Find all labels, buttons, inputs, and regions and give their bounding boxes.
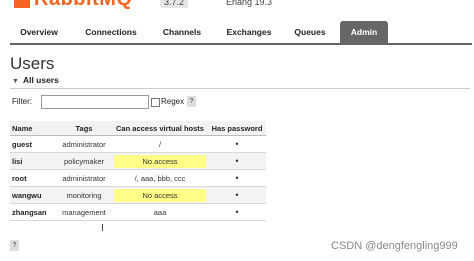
tab-admin[interactable]: Admin [340,21,388,43]
user-vhosts: /, aaa, bbb, ccc [112,169,208,187]
user-tags: management [56,203,112,221]
rabbitmq-version: 3.7.2 [160,0,189,8]
text-cursor-icon: I [101,223,104,234]
has-password-indicator: • [208,135,266,153]
triangle-down-icon: ▼ [12,78,19,85]
brand-wordmark: RabbitMQ [34,0,132,11]
user-name-link[interactable]: lisi [10,152,56,170]
has-password-indicator: • [208,186,266,204]
no-access-badge: No access [114,154,206,168]
user-tags: administrator [56,135,112,153]
table-row[interactable]: zhangsan management aaa • [10,203,266,221]
user-tags: monitoring [56,186,112,204]
erlang-version: Erlang 19.3 [226,0,273,7]
all-users-section-toggle[interactable]: ▼ All users [12,75,59,85]
tab-connections[interactable]: Connections [76,21,146,43]
column-header-password[interactable]: Has password [208,121,266,136]
tab-exchanges[interactable]: Exchanges [218,21,280,43]
table-row[interactable]: guest administrator / • [10,135,266,153]
column-header-vhosts[interactable]: Can access virtual hosts [112,121,208,136]
user-name-link[interactable]: root [10,169,56,187]
user-vhosts: / [112,135,208,153]
section-title: All users [22,75,59,85]
table-row[interactable]: root administrator /, aaa, bbb, ccc • [10,169,266,187]
section-divider [10,88,470,89]
rabbitmq-logo-icon [14,0,30,8]
table-header-row: Name Tags Can access virtual hosts Has p… [10,121,266,136]
main-tabs: Overview Connections Channels Exchanges … [10,21,472,45]
users-table: Name Tags Can access virtual hosts Has p… [10,121,266,221]
user-name-link[interactable]: zhangsan [10,203,56,221]
tab-overview[interactable]: Overview [10,21,68,43]
has-password-indicator: • [208,169,266,187]
rabbitmq-logo[interactable]: RabbitMQ [14,0,132,11]
filter-input[interactable] [41,95,149,109]
filter-label: Filter: [12,97,32,106]
user-tags: administrator [56,169,112,187]
user-vhosts: No access [112,186,208,204]
page-title: Users [10,54,55,73]
tab-channels[interactable]: Channels [153,21,211,43]
has-password-indicator: • [208,203,266,221]
csdn-watermark: CSDN @dengfengling999 [331,240,458,252]
table-row[interactable]: lisi policymaker No access • [10,152,266,170]
user-name-link[interactable]: guest [10,135,56,153]
user-vhosts: aaa [112,203,208,221]
column-header-tags[interactable]: Tags [56,121,112,136]
user-name-link[interactable]: wangwu [10,186,56,204]
has-password-indicator: • [208,152,266,170]
footer-help-icon[interactable]: ? [10,240,19,251]
column-header-name[interactable]: Name [10,121,56,136]
top-bar: RabbitMQ 3.7.2 Erlang 19.3 [0,0,474,20]
regex-label: Regex [161,97,185,106]
filter-help-icon[interactable]: ? [187,96,196,107]
user-vhosts: No access [112,152,208,170]
tab-queues[interactable]: Queues [286,21,334,43]
regex-checkbox[interactable] [151,98,160,107]
table-row[interactable]: wangwu monitoring No access • [10,186,266,204]
user-tags: policymaker [56,152,112,170]
no-access-badge: No access [114,188,206,202]
